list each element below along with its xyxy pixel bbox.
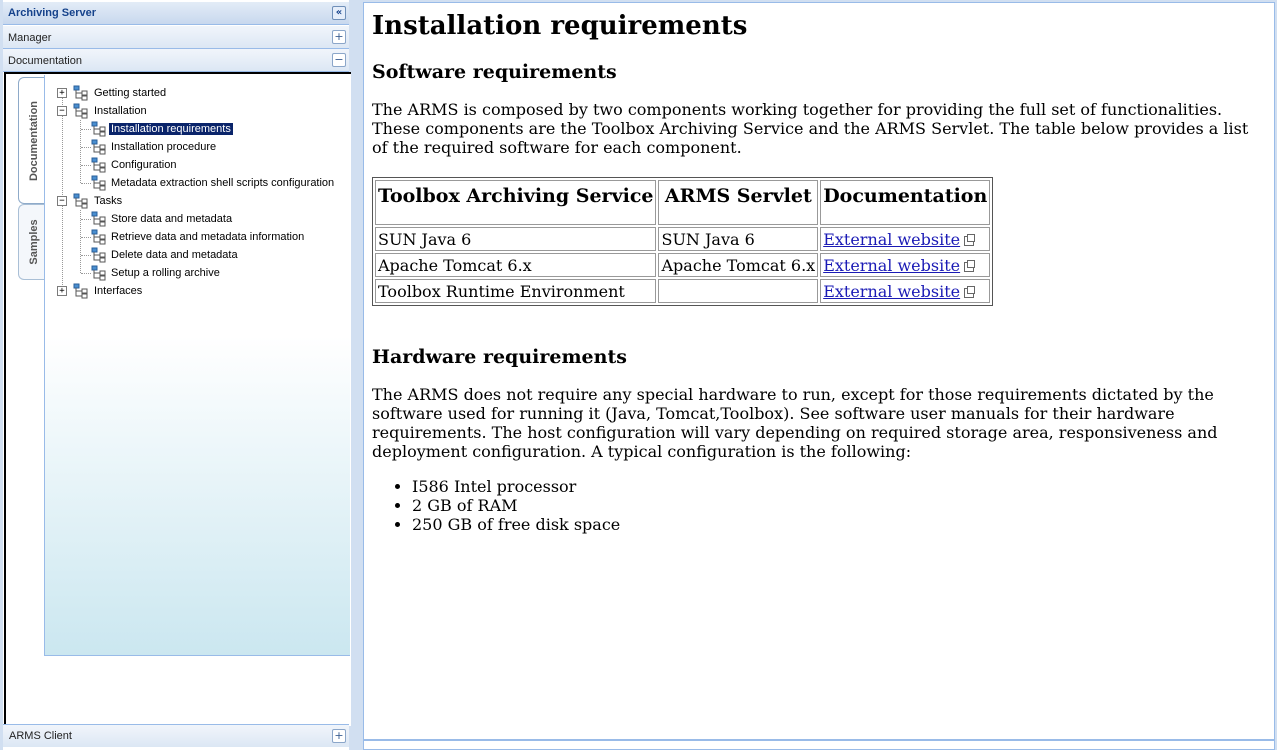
table-header: Toolbox Archiving Service xyxy=(375,180,657,225)
table-cell: Toolbox Runtime Environment xyxy=(375,279,657,303)
tree-node-label: Retrieve data and metadata information xyxy=(111,231,305,243)
tree-node-label: Configuration xyxy=(111,159,177,171)
tree-folder-icon xyxy=(73,283,88,299)
table-cell: SUN Java 6 xyxy=(658,227,819,251)
table-header: Documentation xyxy=(820,180,991,225)
expand-icon[interactable]: + xyxy=(57,88,67,98)
table-cell: SUN Java 6 xyxy=(375,227,657,251)
table-cell: External website xyxy=(820,227,991,251)
software-paragraph: The ARMS is composed by two components w… xyxy=(372,100,1249,157)
tree-connector xyxy=(81,147,91,148)
hardware-list: I586 Intel processor 2 GB of RAM 250 GB … xyxy=(372,477,1267,534)
table-cell: Apache Tomcat 6.x xyxy=(375,253,657,277)
accordion-arms-client[interactable]: ARMS Client + xyxy=(3,724,349,747)
tab-documentation-label: Documentation xyxy=(28,100,40,181)
tree-connector xyxy=(81,273,91,274)
tab-samples-label: Samples xyxy=(28,219,40,265)
tree-node-label: Interfaces xyxy=(94,285,143,297)
tree-page-icon xyxy=(91,121,106,137)
table-cell xyxy=(658,279,819,303)
tree-connector xyxy=(81,183,91,184)
collapse-icon[interactable]: − xyxy=(332,53,346,67)
tree-node-label: Delete data and metadata xyxy=(111,249,238,261)
tree-node-label: Metadata extraction shell scripts config… xyxy=(111,177,335,189)
tree-folder-icon xyxy=(73,85,88,101)
table-row: Toolbox Runtime Environment External web… xyxy=(375,279,991,303)
tree-connector xyxy=(62,93,63,291)
tree-folder-icon xyxy=(73,193,88,209)
accordion-manager-label: Manager xyxy=(8,32,52,44)
tree-page-icon xyxy=(91,211,106,227)
tree-connector xyxy=(81,129,91,130)
table-row: Apache Tomcat 6.x Apache Tomcat 6.x Exte… xyxy=(375,253,991,277)
collapse-icon[interactable]: − xyxy=(57,106,67,116)
list-item: 250 GB of free disk space xyxy=(412,515,1267,534)
tree-node-label: Getting started xyxy=(94,87,167,99)
software-table: Toolbox Archiving Service ARMS Servlet D… xyxy=(372,177,994,306)
content-frame: Installation requirements Software requi… xyxy=(360,0,1277,750)
tree-folder-icon xyxy=(73,103,88,119)
table-cell: External website xyxy=(820,279,991,303)
tree-page-icon xyxy=(91,175,106,191)
tree-node-label: Setup a rolling archive xyxy=(111,267,220,279)
tree-page-icon xyxy=(91,247,106,263)
tree-connector xyxy=(81,255,91,256)
hardware-paragraph: The ARMS does not require any special ha… xyxy=(372,385,1218,461)
tree-node-label: Installation requirements xyxy=(108,122,234,136)
tree-page-icon xyxy=(91,265,106,281)
tree-page-icon xyxy=(91,229,106,245)
page-title: Installation requirements xyxy=(372,11,748,41)
tree-node-label: Installation procedure xyxy=(111,141,217,153)
external-link-icon xyxy=(964,259,976,272)
table-header-row: Toolbox Archiving Service ARMS Servlet D… xyxy=(375,180,991,225)
expand-icon[interactable]: + xyxy=(332,729,346,743)
external-link-icon xyxy=(964,233,976,246)
external-website-link[interactable]: External website xyxy=(823,256,960,275)
collapse-icon[interactable]: − xyxy=(57,196,67,206)
accordion-arms-client-label: ARMS Client xyxy=(9,730,72,742)
documentation-tree: + Getting started − Installation Install… xyxy=(44,75,350,656)
external-link-icon xyxy=(964,285,976,298)
panel-splitter[interactable] xyxy=(351,0,360,750)
tree-connector xyxy=(81,165,91,166)
tree-page-icon xyxy=(91,157,106,173)
table-cell: Apache Tomcat 6.x xyxy=(658,253,819,277)
accordion-documentation-label: Documentation xyxy=(8,55,82,67)
content-bottom-bar xyxy=(363,740,1275,750)
list-item: 2 GB of RAM xyxy=(412,496,1267,515)
tree-node-label: Tasks xyxy=(94,195,123,207)
expand-icon[interactable]: + xyxy=(57,286,67,296)
tree-page-icon xyxy=(91,139,106,155)
software-heading: Software requirements xyxy=(372,61,617,83)
accordion-manager[interactable]: Manager + xyxy=(3,26,349,49)
table-cell: External website xyxy=(820,253,991,277)
collapse-panel-icon[interactable]: « xyxy=(332,6,346,20)
tree-connector xyxy=(81,219,91,220)
external-website-link[interactable]: External website xyxy=(823,230,960,249)
expand-icon[interactable]: + xyxy=(332,30,346,44)
table-row: SUN Java 6 SUN Java 6 External website xyxy=(375,227,991,251)
left-panel: Archiving Server « Manager + Documentati… xyxy=(0,0,351,750)
accordion-documentation[interactable]: Documentation − xyxy=(3,49,349,72)
table-header: ARMS Servlet xyxy=(658,180,819,225)
list-item: I586 Intel processor xyxy=(412,477,1267,496)
panel-title: Archiving Server xyxy=(8,7,97,19)
documentation-content: Installation requirements Software requi… xyxy=(363,2,1275,740)
tree-connector xyxy=(81,237,91,238)
external-website-link[interactable]: External website xyxy=(823,282,960,301)
tree-node-label: Installation xyxy=(94,105,147,117)
hardware-heading: Hardware requirements xyxy=(372,346,627,368)
tree-node-label: Store data and metadata xyxy=(111,213,233,225)
panel-title-bar: Archiving Server « xyxy=(3,2,349,25)
